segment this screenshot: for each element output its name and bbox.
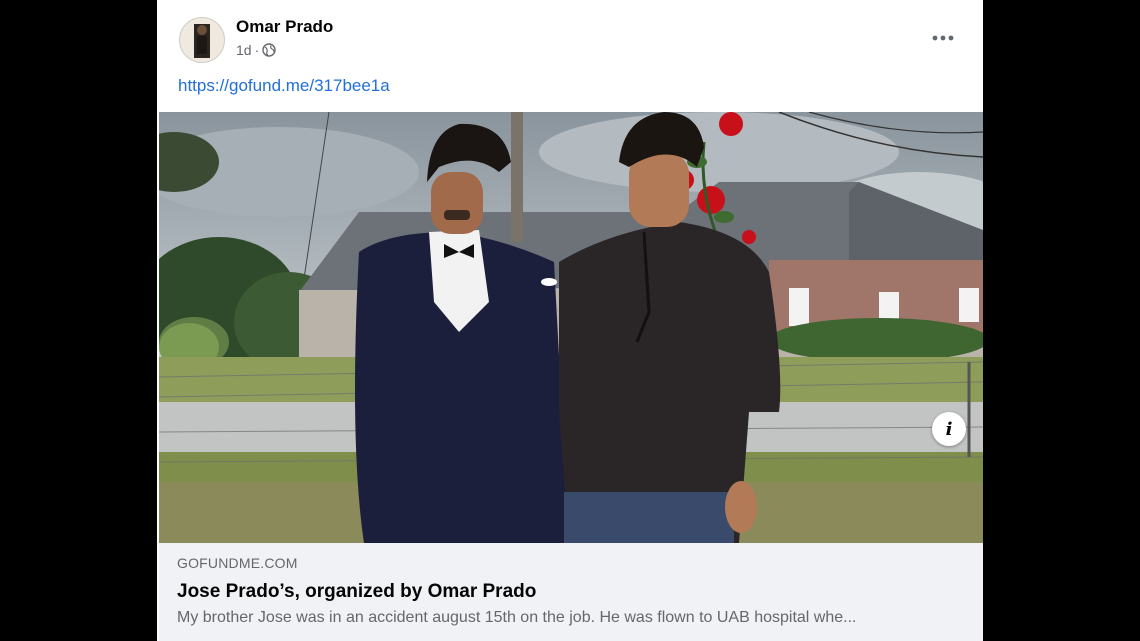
globe-icon[interactable] (262, 43, 276, 57)
more-options-icon[interactable] (929, 26, 957, 50)
gofundme-link[interactable]: https://gofund.me/317bee1a (178, 76, 390, 96)
info-icon[interactable]: i (932, 412, 966, 446)
preview-description: My brother Jose was in an accident augus… (177, 609, 857, 626)
preview-title: Jose Prado’s, organized by Omar Prado (177, 581, 537, 602)
avatar-image (180, 18, 224, 62)
link-preview-card[interactable]: GOFUNDME.COM Jose Prado’s, organized by … (159, 543, 983, 641)
facebook-post: Omar Prado 1d · https://gofund.me/317bee… (157, 0, 983, 641)
author-name[interactable]: Omar Prado (236, 17, 333, 37)
preview-domain: GOFUNDME.COM (177, 555, 298, 571)
post-header: Omar Prado 1d · https://gofund.me/317bee… (157, 0, 983, 110)
meta-separator: · (254, 42, 260, 58)
post-timestamp[interactable]: 1d (236, 42, 252, 58)
post-meta: 1d · (236, 42, 276, 58)
avatar[interactable] (179, 17, 225, 63)
link-preview-image[interactable] (159, 112, 983, 543)
